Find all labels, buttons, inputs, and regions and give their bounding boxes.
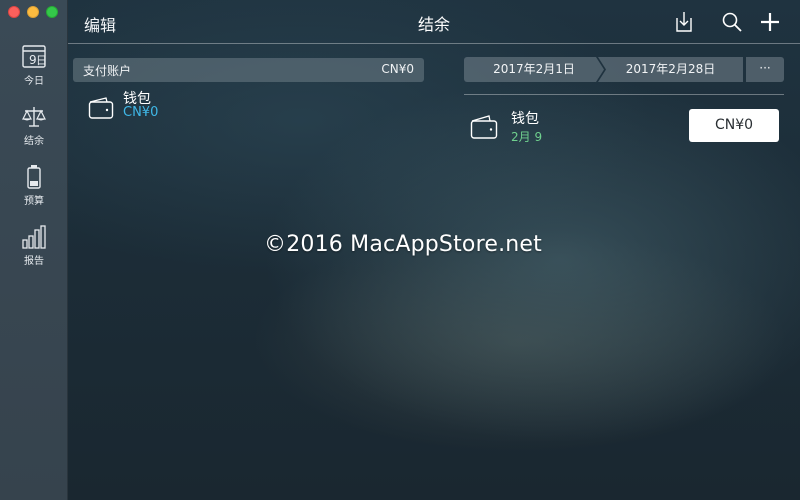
sidebar-item-today[interactable]: 9 日 今日	[0, 44, 68, 94]
window-controls	[8, 6, 58, 18]
sidebar: 9 日 今日 结余 预算 报告	[0, 0, 68, 500]
sidebar-item-label: 预算	[24, 196, 44, 207]
svg-text:日: 日	[36, 54, 47, 67]
import-icon[interactable]	[672, 10, 696, 34]
more-button[interactable]: ···	[746, 57, 784, 82]
sidebar-item-report[interactable]: 报告	[0, 224, 68, 274]
sidebar-item-budget[interactable]: 预算	[0, 164, 68, 214]
date-range-end[interactable]: 2017年2月28日	[598, 57, 743, 82]
wallet-icon	[470, 115, 498, 139]
search-icon[interactable]	[720, 10, 744, 34]
plus-icon[interactable]	[758, 10, 782, 34]
close-button[interactable]	[8, 6, 20, 18]
watermark-text: ©2016 MacAppStore.net	[264, 232, 542, 257]
account-group-total: CN¥0	[381, 62, 414, 76]
scale-icon	[22, 107, 46, 127]
account-group-label: 支付账户	[83, 64, 132, 78]
sidebar-item-label: 今日	[24, 76, 44, 87]
sidebar-item-label: 结余	[24, 136, 44, 147]
app-window: 9 日 今日 结余 预算 报告 编辑 结余 支付账户 CN¥0 钱包 CN¥0 …	[0, 0, 800, 500]
toolbar: 编辑 结余	[68, 0, 800, 44]
account-balance: CN¥0	[123, 105, 159, 120]
wallet-icon	[88, 97, 114, 119]
date-range-start[interactable]: 2017年2月1日	[464, 57, 604, 82]
balance-account-name: 钱包	[511, 111, 539, 127]
calendar-icon: 9 日	[22, 45, 47, 68]
list-item[interactable]: 钱包 CN¥0	[88, 90, 418, 126]
bar-chart-icon	[22, 225, 46, 249]
sidebar-item-label: 报告	[24, 256, 44, 267]
battery-icon	[27, 165, 41, 189]
balance-amount-field[interactable]: CN¥0	[689, 109, 779, 142]
zoom-button[interactable]	[46, 6, 58, 18]
minimize-button[interactable]	[27, 6, 39, 18]
divider	[464, 94, 784, 95]
balance-date: 2月 9	[511, 130, 543, 144]
sidebar-item-balance[interactable]: 结余	[0, 104, 68, 154]
account-group-header[interactable]: 支付账户 CN¥0	[73, 58, 424, 82]
